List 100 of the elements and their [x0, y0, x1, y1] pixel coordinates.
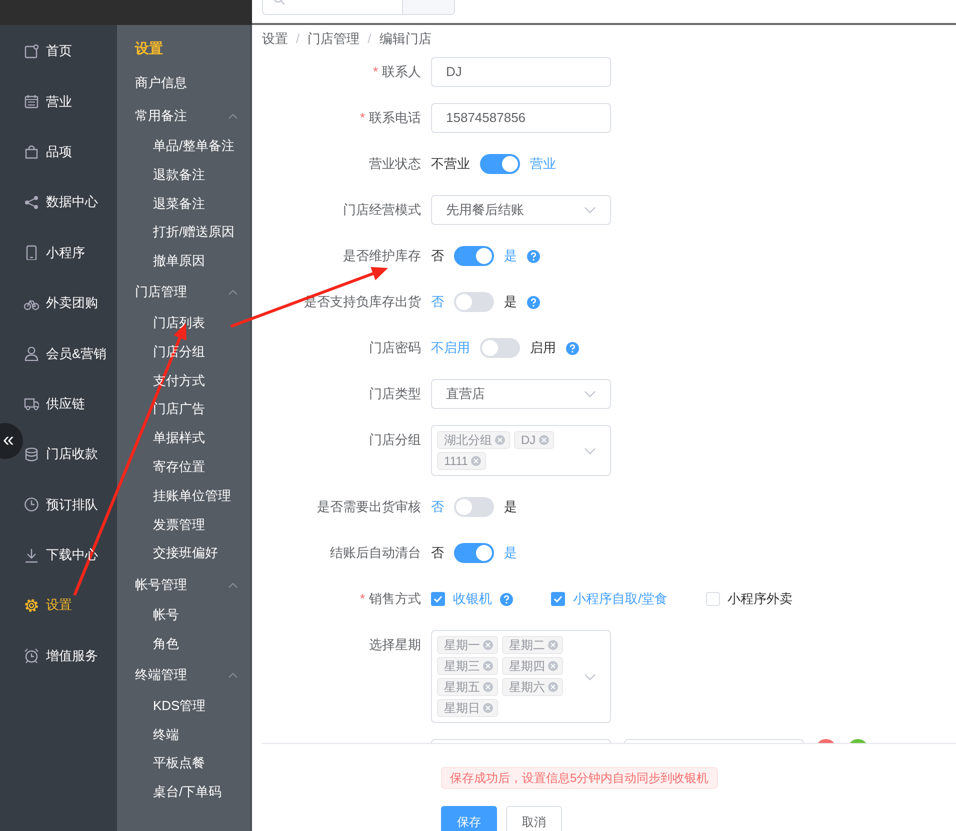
switch-label: 是	[504, 498, 517, 516]
switch-label: 营业	[530, 155, 556, 173]
download-icon	[24, 548, 39, 563]
toggle-switch[interactable]	[454, 246, 494, 266]
submenu-item[interactable]: 打折/赠送原因	[117, 218, 252, 248]
submenu-item[interactable]: 角色	[117, 630, 252, 659]
notice-alert: 保存成功后，设置信息5分钟内自动同步到收银机	[441, 767, 718, 789]
submenu-item[interactable]: KDS管理	[117, 692, 252, 721]
toggle-switch[interactable]	[454, 292, 494, 312]
chevron-up-icon	[228, 672, 238, 678]
switch-label: 是	[504, 293, 517, 311]
submenu-item[interactable]: 终端	[117, 720, 252, 750]
breadcrumb-item[interactable]: 门店管理	[308, 30, 360, 48]
field-label: 选择星期	[369, 637, 421, 652]
sidebar-item[interactable]: 品项	[24, 126, 117, 178]
chevron-up-icon	[228, 582, 238, 588]
toggle-switch[interactable]	[480, 338, 520, 358]
submenu-item[interactable]: 桌台/下单码	[117, 778, 252, 807]
sidebar-item[interactable]: 外卖团购	[24, 278, 117, 328]
field-label: 是否需要出货审核	[317, 499, 421, 514]
chevron-down-icon	[584, 206, 596, 214]
checkbox-label: 收银机	[453, 590, 492, 608]
field-label: 门店类型	[369, 386, 421, 401]
breadcrumb-item[interactable]: 设置	[262, 30, 288, 48]
submenu-item[interactable]: 单据样式	[117, 424, 252, 453]
sidebar-item[interactable]: 门店收款	[24, 429, 117, 480]
switch-label: 否	[431, 498, 444, 516]
field-label: * 销售方式	[360, 591, 421, 606]
close-icon	[483, 640, 493, 650]
close-icon	[483, 661, 493, 671]
sidebar-item[interactable]: 小程序	[24, 228, 117, 278]
close-icon	[548, 682, 558, 692]
sidebar-item[interactable]: 预订排队	[24, 480, 117, 530]
submenu-item[interactable]: 门店管理	[117, 276, 252, 309]
close-icon	[483, 682, 493, 692]
submenu-item[interactable]: 发票管理	[117, 510, 252, 540]
submenu-item[interactable]: 门店广告	[117, 395, 252, 424]
window-icon	[24, 44, 39, 59]
checkbox-label: 小程序自取/堂食	[573, 590, 668, 608]
user-icon	[24, 346, 39, 362]
switch-label: 否	[431, 544, 444, 562]
close-icon	[548, 640, 558, 650]
submenu-item[interactable]: 常用备注	[117, 99, 252, 132]
submenu-item[interactable]: 门店列表	[117, 308, 252, 338]
switch-label: 启用	[530, 339, 556, 357]
submenu-item[interactable]: 撤单原因	[117, 247, 252, 276]
toggle-switch[interactable]	[454, 543, 494, 563]
close-icon	[483, 703, 493, 713]
breadcrumb-separator: /	[368, 30, 372, 48]
text-field[interactable]: 15874587856	[431, 103, 611, 133]
submenu-item[interactable]: 商户信息	[117, 66, 252, 99]
phone-icon	[24, 245, 39, 260]
checkbox-label: 小程序外卖	[728, 590, 793, 608]
submenu-item[interactable]: 单品/整单备注	[117, 132, 252, 161]
switch-label: 不营业	[431, 155, 470, 173]
submenu-item[interactable]: 挂账单位管理	[117, 482, 252, 511]
submenu-item[interactable]: 退菜备注	[117, 190, 252, 218]
submenu-title: 设置	[134, 39, 164, 58]
sidebar-item[interactable]: 设置	[24, 580, 117, 631]
switch-label: 否	[431, 247, 444, 265]
sidebar-item[interactable]: 会员&营销	[24, 328, 117, 379]
submenu-item[interactable]: 平板点餐	[117, 749, 252, 778]
toggle-switch[interactable]	[480, 154, 520, 174]
sidebar-item[interactable]: 数据中心	[24, 177, 117, 228]
field-label: * 联系人	[372, 64, 421, 79]
select-field[interactable]: 直营店	[431, 379, 611, 409]
close-icon	[538, 435, 549, 445]
chevron-down-icon	[584, 672, 596, 680]
select-field[interactable]: 先用餐后结账	[431, 195, 611, 225]
share-icon	[24, 194, 39, 210]
switch-label: 不启用	[431, 339, 470, 357]
toggle-switch[interactable]	[454, 497, 494, 517]
submenu-item[interactable]: 帐号管理	[117, 568, 252, 602]
submenu-item[interactable]: 退款备注	[117, 160, 252, 190]
sidebar-item[interactable]: 供应链	[24, 378, 117, 430]
sidebar-item[interactable]: 增值服务	[24, 630, 117, 682]
truck-icon	[24, 396, 39, 412]
field-label: 结账后自动清台	[330, 545, 421, 560]
database-icon	[24, 446, 39, 462]
breadcrumb-separator: /	[296, 30, 300, 48]
field-label: 营业状态	[369, 156, 421, 171]
text-field[interactable]: DJ	[431, 57, 611, 87]
checkbox[interactable]	[431, 592, 445, 606]
submenu-item[interactable]: 终端管理	[117, 658, 252, 692]
sidebar-item[interactable]: 首页	[24, 26, 117, 76]
checkbox[interactable]	[551, 592, 565, 606]
checkbox[interactable]	[706, 592, 720, 606]
clock-icon	[24, 497, 39, 512]
cancel-button[interactable]: 取消	[506, 806, 562, 831]
calendar-icon	[24, 94, 39, 110]
sidebar-item[interactable]: 营业	[24, 76, 117, 127]
close-icon	[548, 661, 558, 671]
chevron-up-icon	[228, 112, 238, 118]
close-icon	[471, 456, 482, 466]
collapse-button[interactable]: «	[0, 423, 23, 459]
submenu-item[interactable]: 寄存位置	[117, 452, 252, 482]
submenu-item[interactable]: 交接班偏好	[117, 539, 252, 568]
submenu-item[interactable]: 帐号	[117, 601, 252, 630]
chevron-down-icon	[584, 446, 596, 454]
chevron-up-icon	[228, 289, 238, 296]
